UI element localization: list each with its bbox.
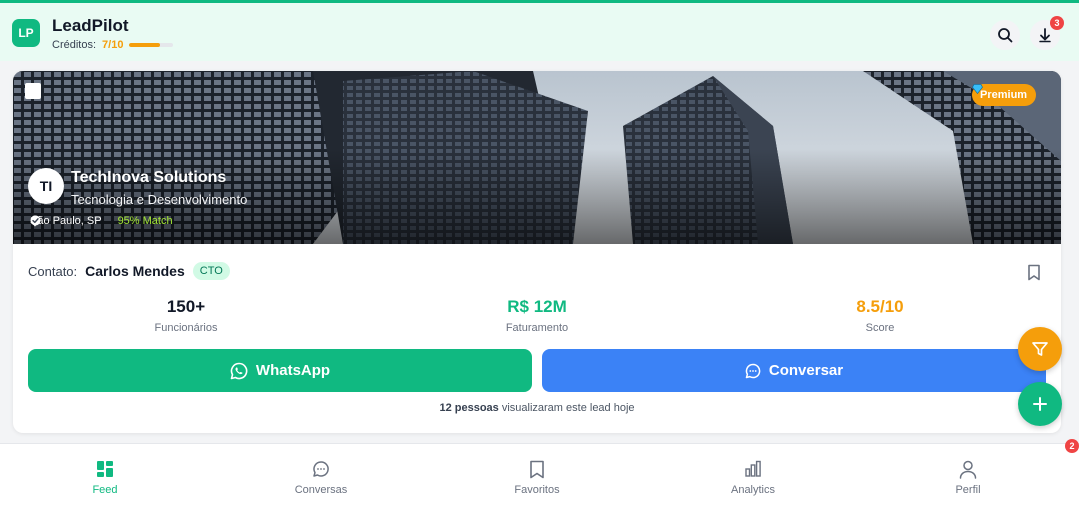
views-count: 12 pessoas (439, 402, 499, 414)
credits-value: 7/10 (102, 39, 124, 51)
whatsapp-label: WhatsApp (255, 362, 331, 379)
stat-value: 150+ (166, 297, 206, 316)
chat-bubble-icon (745, 363, 761, 378)
premium-badge: Premium (972, 84, 1037, 106)
grid-icon (97, 461, 113, 477)
stat-label: Funcionários (154, 322, 218, 334)
credits-progress-bar (129, 43, 174, 47)
bottom-navigation: Feed Conversas Favoritos Analytics Perfi… (0, 443, 1079, 507)
nav-label: Conversas (294, 484, 348, 496)
company-meta: São Paulo, SP 95% Match (30, 215, 173, 227)
downloads-button[interactable]: 3 (1030, 16, 1064, 50)
nav-item-conversas[interactable]: Conversas (261, 458, 381, 496)
bookmark-icon (530, 460, 544, 478)
lead-cover-image: Premium TI TechInova Solutions Tecnologi… (13, 71, 1061, 244)
diamond-icon (972, 84, 983, 94)
match-text: 95% Match (117, 215, 173, 227)
filter-icon (1032, 342, 1048, 356)
chat-icon (313, 461, 329, 477)
company-avatar: TI (28, 168, 64, 204)
premium-label: Premium (980, 89, 1028, 101)
company-name: TechInova Solutions (71, 169, 227, 186)
nav-item-perfil[interactable]: Perfil (908, 458, 1028, 496)
lead-card: Premium TI TechInova Solutions Tecnologi… (13, 71, 1061, 433)
search-button[interactable] (990, 20, 1020, 50)
app-header: LP LeadPilot Créditos: 7/10 3 (0, 3, 1079, 61)
user-icon (959, 460, 977, 479)
download-icon (1039, 28, 1051, 43)
nav-label: Feed (92, 484, 118, 496)
filter-button[interactable] (1018, 327, 1062, 371)
notification-badge: 2 (1065, 439, 1079, 453)
stat-revenue: R$ 12M Faturamento (437, 297, 637, 334)
stat-label: Faturamento (505, 322, 569, 334)
views-notice: 12 pessoas visualizaram este lead hoje (13, 402, 1061, 414)
contact-row: Contato: Carlos Mendes CTO (28, 262, 230, 280)
stat-score: 8.5/10 Score (780, 297, 980, 334)
company-sector: Tecnologia e Desenvolvimento (71, 192, 248, 207)
stat-value: 8.5/10 (856, 297, 904, 316)
whatsapp-icon (230, 362, 248, 379)
nav-item-feed[interactable]: Feed (45, 458, 165, 496)
whatsapp-button[interactable]: WhatsApp (28, 349, 532, 392)
add-lead-button[interactable] (1018, 382, 1062, 426)
nav-item-favoritos[interactable]: Favoritos (477, 458, 597, 496)
save-lead-button[interactable] (1027, 264, 1041, 286)
plus-icon (1033, 397, 1047, 411)
contact-name: Carlos Mendes (85, 263, 185, 279)
search-icon (998, 28, 1013, 43)
bookmark-icon (1028, 264, 1040, 281)
select-lead-checkbox[interactable] (25, 83, 41, 99)
nav-label: Analytics (730, 484, 776, 496)
nav-label: Favoritos (514, 484, 560, 496)
credits-indicator: Créditos: 7/10 (52, 39, 174, 51)
match-score: 95% Match (30, 215, 173, 227)
chart-icon (745, 460, 761, 477)
credits-label: Créditos: (52, 39, 97, 51)
chat-button[interactable]: Conversar (542, 349, 1046, 392)
check-circle-icon (30, 215, 41, 226)
nav-item-analytics[interactable]: Analytics (693, 458, 813, 496)
stat-label: Score (865, 322, 895, 334)
nav-label: Perfil (955, 484, 981, 496)
downloads-badge: 3 (1050, 16, 1064, 30)
views-text: visualizaram este lead hoje (498, 402, 635, 414)
contact-role-badge: CTO (192, 262, 230, 280)
chat-label: Conversar (768, 362, 844, 379)
app-name: LeadPilot (52, 16, 129, 35)
credits-progress-fill (129, 43, 161, 47)
stat-value: R$ 12M (507, 297, 567, 316)
stat-employees: 150+ Funcionários (86, 297, 286, 334)
contact-label: Contato: (28, 263, 78, 279)
app-logo[interactable]: LP (12, 19, 40, 47)
